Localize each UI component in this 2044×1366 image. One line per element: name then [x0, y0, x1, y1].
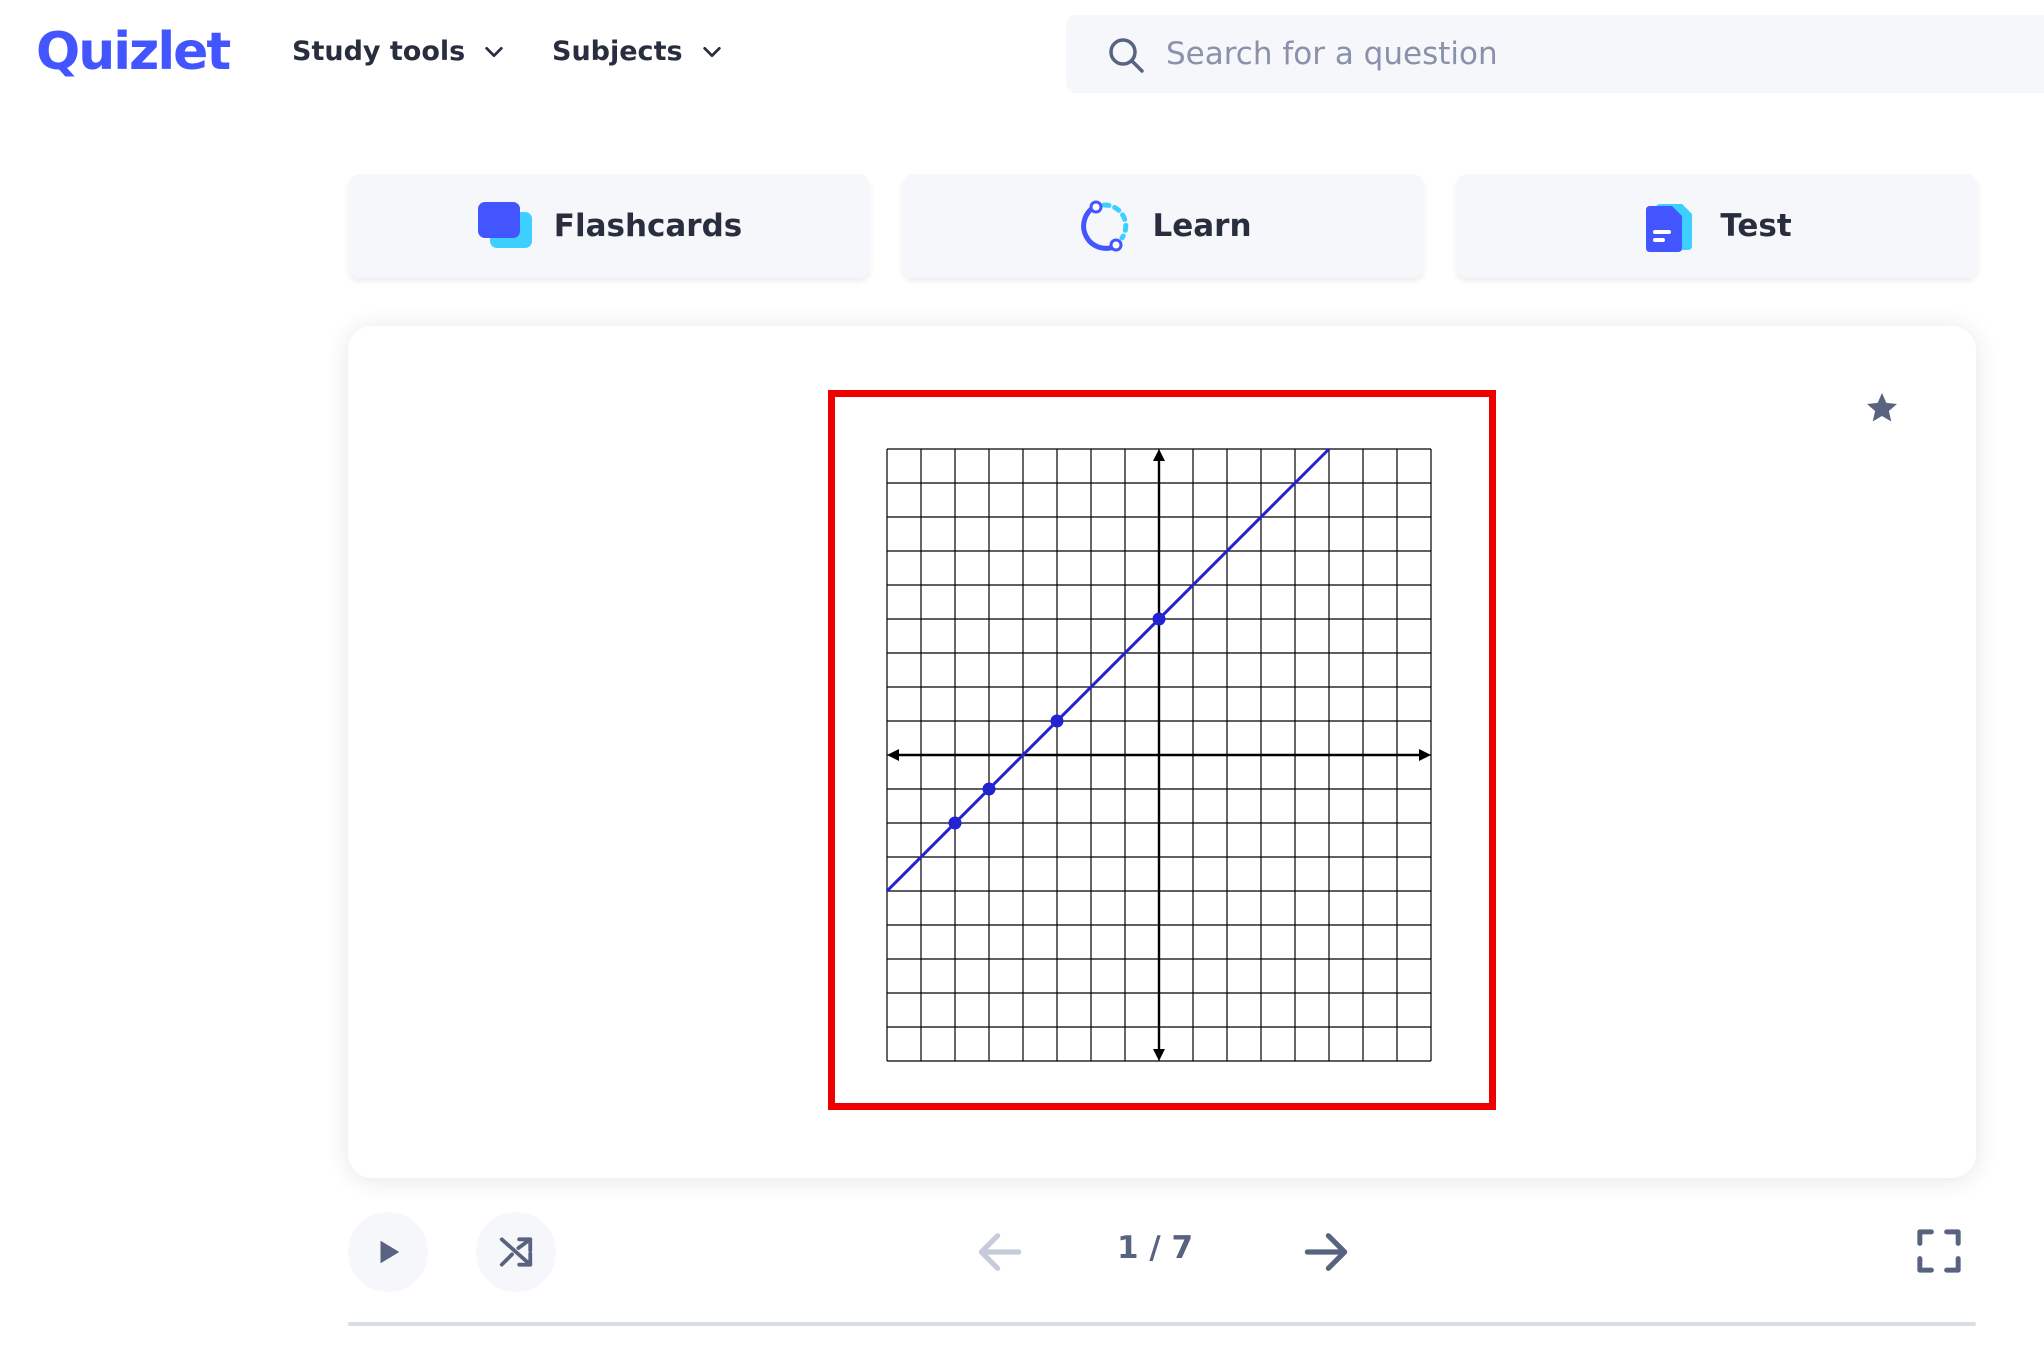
coordinate-graph — [885, 447, 1432, 1062]
chevron-down-icon — [702, 46, 721, 57]
shuffle-button[interactable] — [476, 1212, 556, 1292]
shuffle-icon — [499, 1237, 533, 1267]
progress-track — [348, 1322, 1976, 1326]
graph-point — [948, 816, 962, 830]
play-icon — [380, 1240, 400, 1264]
card-counter: 1 / 7 — [1116, 1230, 1194, 1266]
flashcard-graph-image — [828, 390, 1496, 1110]
nav-subjects[interactable]: Subjects — [552, 36, 723, 67]
y-axis-arrow-down — [1153, 1049, 1165, 1061]
arrow-left-icon[interactable] — [972, 1224, 1028, 1280]
search-input[interactable] — [1166, 29, 2026, 79]
fullscreen-icon[interactable] — [1916, 1228, 1962, 1274]
flashcards-label: Flashcards — [553, 208, 743, 244]
chevron-down-icon — [485, 46, 503, 57]
flashcards-mode-button[interactable]: Flashcards — [348, 174, 870, 278]
learn-icon — [1081, 200, 1129, 252]
search-icon[interactable] — [1106, 35, 1146, 75]
graph-point — [1050, 714, 1064, 728]
flashcards-icon — [477, 202, 532, 248]
graph-point — [982, 782, 996, 796]
nav-subjects-label: Subjects — [552, 36, 683, 67]
search-bar — [1066, 15, 2044, 93]
test-mode-button[interactable]: Test — [1456, 174, 1978, 278]
quizlet-logo[interactable]: Quizlet — [36, 22, 231, 82]
y-axis-arrow-up — [1153, 449, 1165, 461]
test-label: Test — [1720, 208, 1792, 244]
x-axis-arrow-left — [887, 749, 899, 761]
test-icon — [1646, 204, 1693, 252]
learn-label: Learn — [1152, 208, 1252, 244]
top-bar: Quizlet Study tools Subjects — [0, 0, 2044, 110]
arrow-right-icon[interactable] — [1298, 1224, 1354, 1280]
play-button[interactable] — [348, 1212, 428, 1292]
learn-mode-button[interactable]: Learn — [902, 174, 1424, 278]
nav-study-tools[interactable]: Study tools — [292, 36, 505, 67]
flashcard[interactable] — [348, 326, 1976, 1178]
x-axis-arrow-right — [1419, 749, 1431, 761]
nav-study-tools-label: Study tools — [292, 36, 466, 67]
flashcard-controls: 1 / 7 — [348, 1212, 1976, 1292]
star-icon[interactable] — [1864, 390, 1900, 426]
graph-point — [1152, 612, 1166, 626]
